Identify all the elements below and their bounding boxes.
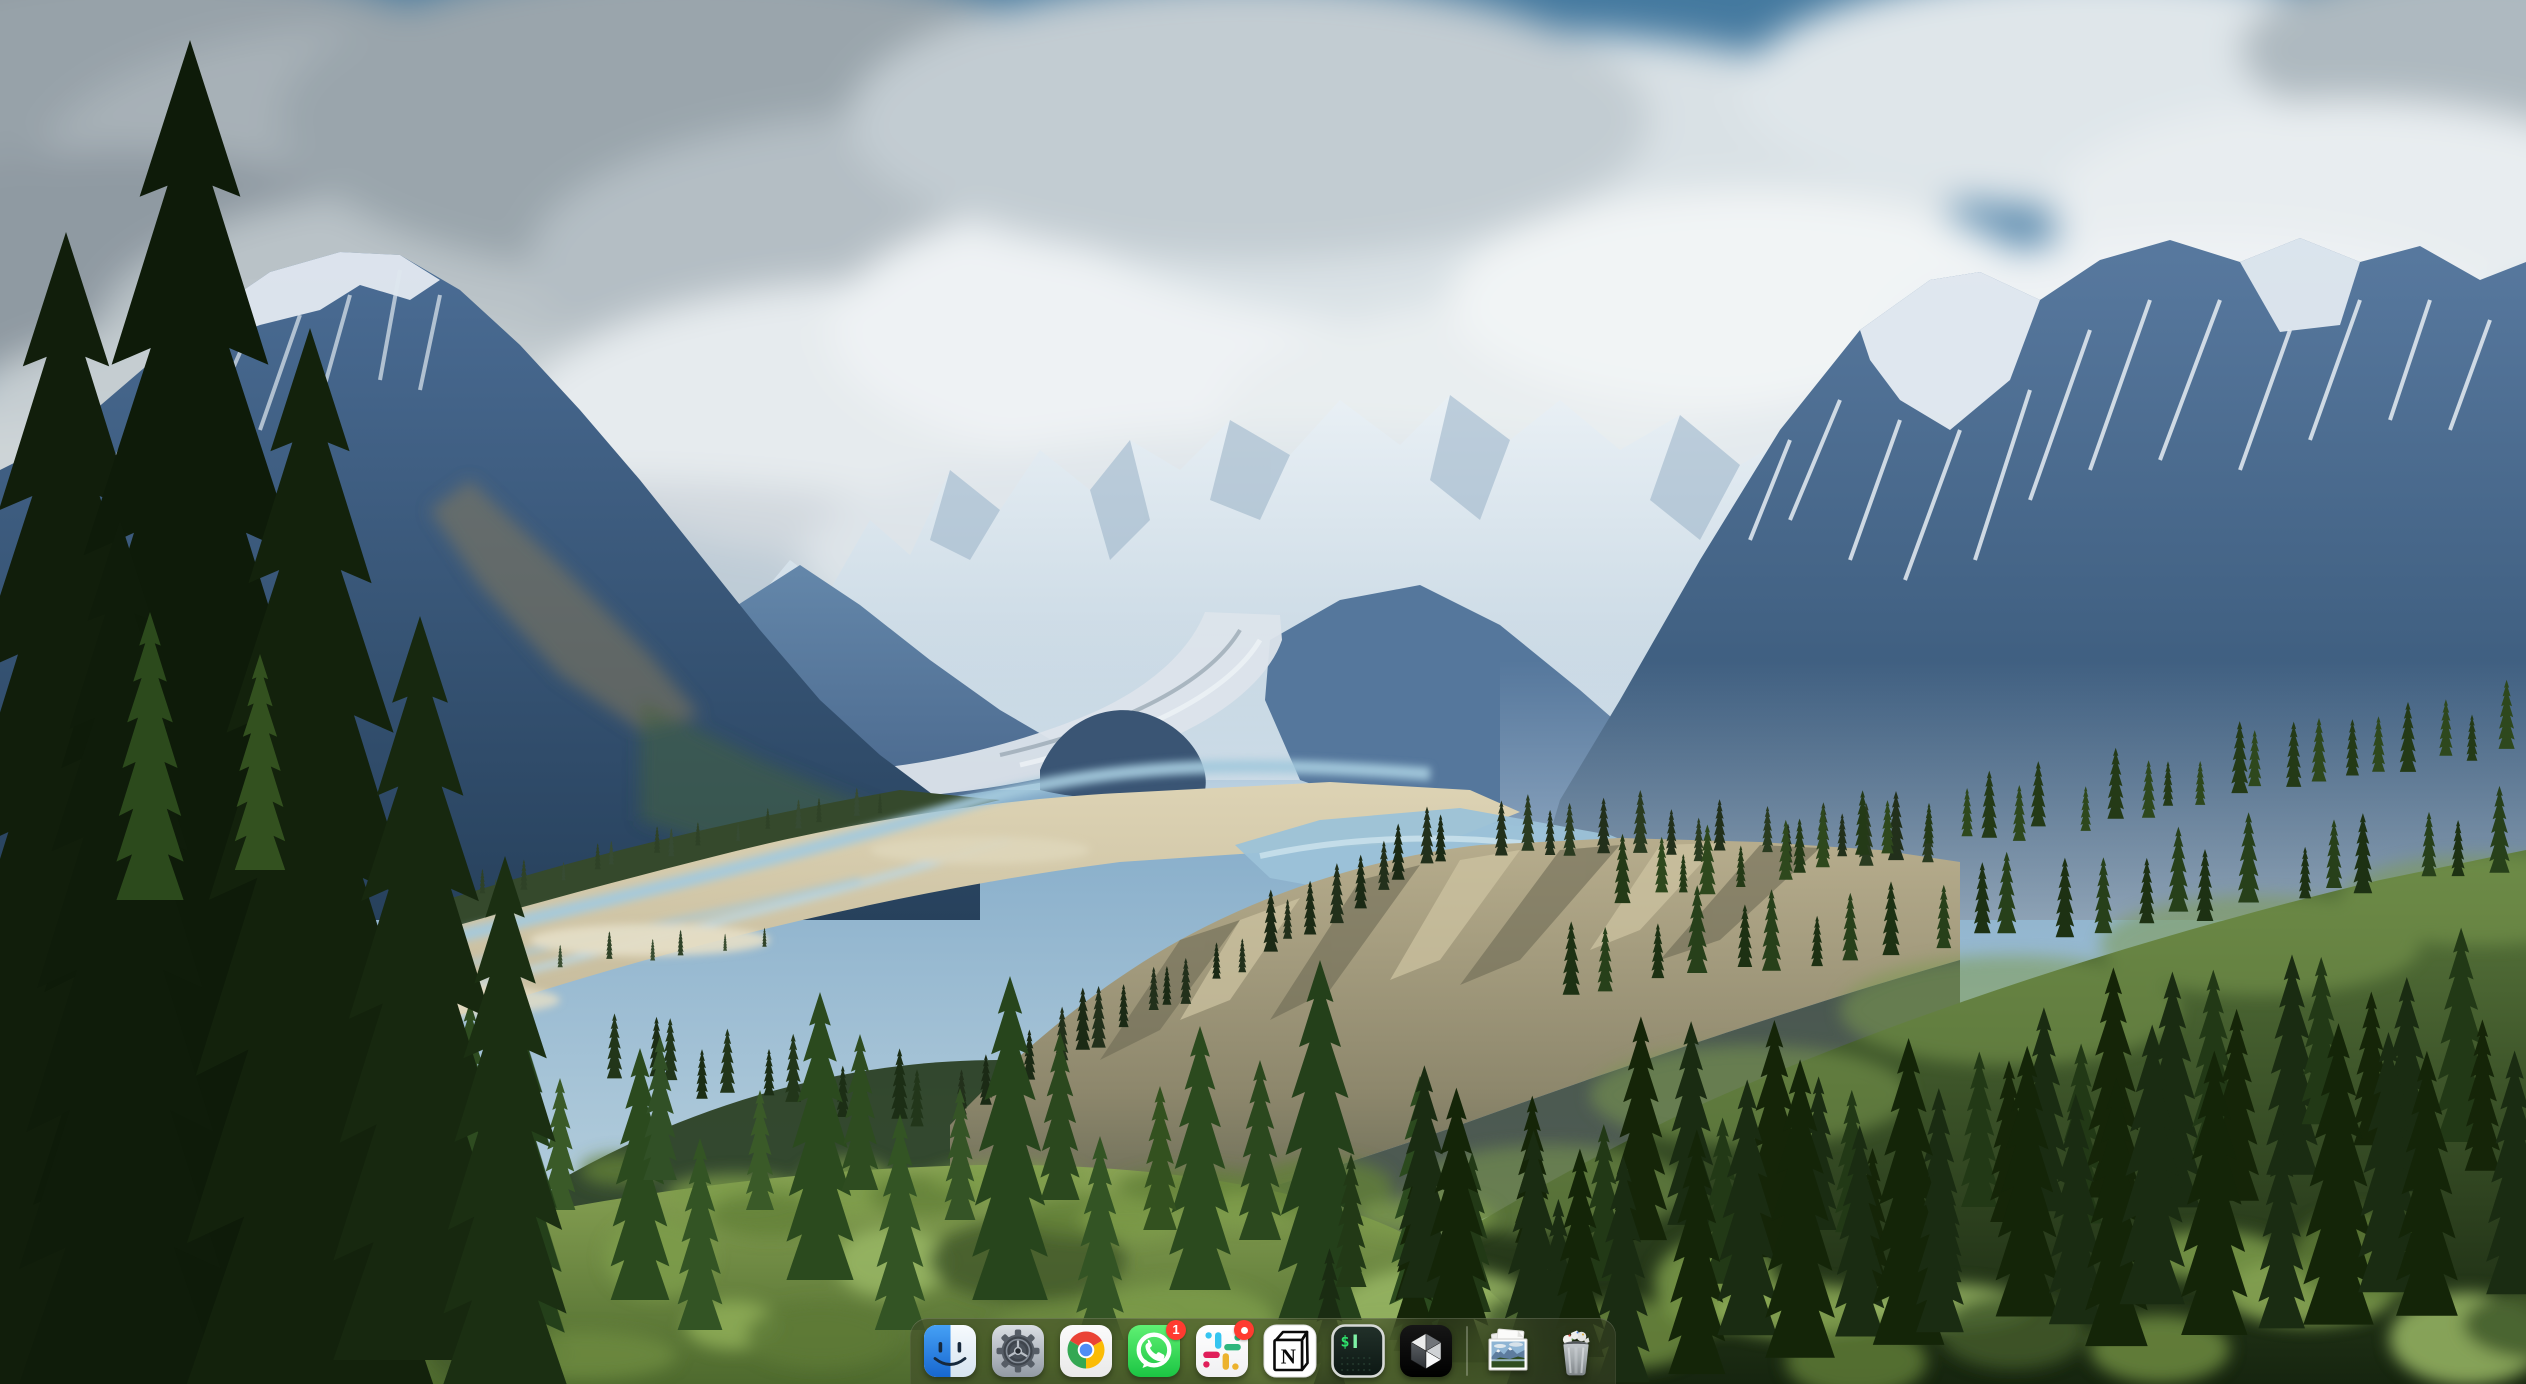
dock-item-system-settings[interactable]	[990, 1323, 1046, 1379]
dock: 1	[910, 1318, 1616, 1384]
cursor-icon	[1398, 1323, 1454, 1379]
downloads-stack-icon	[1480, 1323, 1536, 1379]
settings-gear-icon	[990, 1323, 1046, 1379]
dock-item-slack[interactable]	[1194, 1323, 1250, 1379]
trash-full-icon	[1548, 1323, 1604, 1379]
dock-item-chrome[interactable]	[1058, 1323, 1114, 1379]
dock-item-terminal[interactable]: $	[1330, 1323, 1386, 1379]
dock-item-whatsapp[interactable]: 1	[1126, 1323, 1182, 1379]
wallpaper-mountain-valley	[0, 0, 2526, 1384]
dock-item-trash[interactable]	[1548, 1323, 1604, 1379]
dock-separator	[1466, 1326, 1468, 1376]
dock-item-downloads-stack[interactable]	[1480, 1323, 1536, 1379]
notion-icon: N	[1262, 1323, 1318, 1379]
desktop: 1	[0, 0, 2526, 1384]
dock-item-finder[interactable]	[922, 1323, 978, 1379]
terminal-icon: $	[1330, 1323, 1386, 1379]
slack-badge-dot	[1234, 1320, 1254, 1340]
whatsapp-badge: 1	[1166, 1320, 1186, 1340]
finder-icon	[922, 1323, 978, 1379]
svg-text:N: N	[1281, 1345, 1296, 1369]
dock-item-cursor[interactable]	[1398, 1323, 1454, 1379]
svg-text:$: $	[1341, 1333, 1350, 1351]
chrome-icon	[1058, 1323, 1114, 1379]
dock-item-notion[interactable]: N	[1262, 1323, 1318, 1379]
